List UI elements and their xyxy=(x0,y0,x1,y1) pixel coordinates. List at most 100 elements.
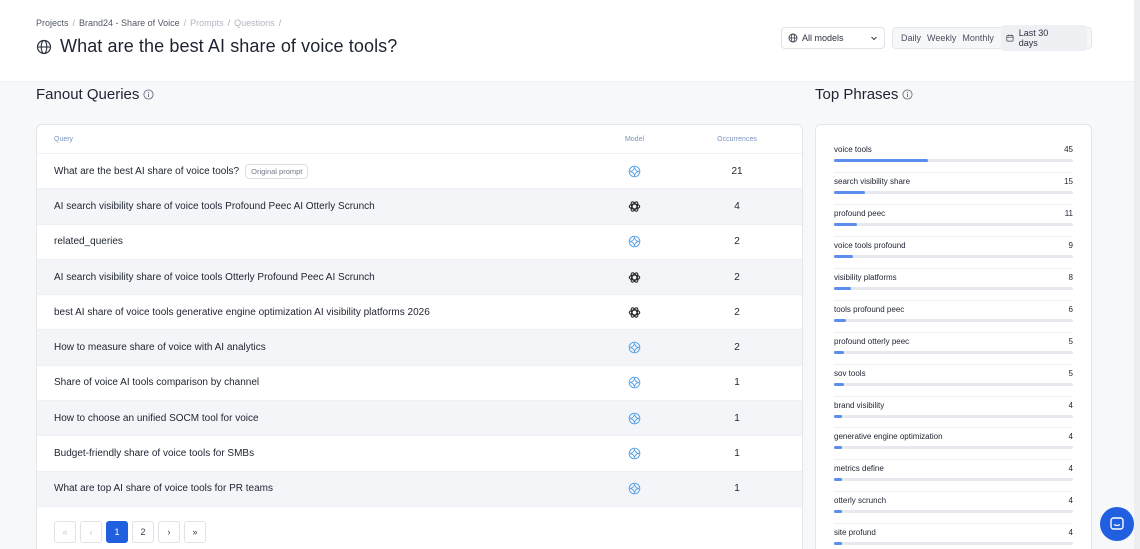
breadcrumb-item[interactable]: Projects xyxy=(36,18,69,28)
first-page-button[interactable]: « xyxy=(54,521,76,543)
info-icon[interactable] xyxy=(143,89,154,100)
query-text: What are top AI share of voice tools for… xyxy=(54,483,273,495)
table-row[interactable]: What are the best AI share of voice tool… xyxy=(37,154,802,190)
phrase-count: 15 xyxy=(1064,176,1073,186)
phrase-bar-fill xyxy=(834,478,843,482)
page-button-2[interactable]: 2 xyxy=(132,521,154,543)
chat-button[interactable] xyxy=(1100,507,1134,541)
prev-page-button[interactable]: ‹ xyxy=(80,521,102,543)
breadcrumb-separator: / xyxy=(278,18,282,28)
top-phrases-card: voice tools 45 search visibility share 15 pr… xyxy=(815,124,1092,549)
breadcrumb-item[interactable]: Prompts xyxy=(190,18,224,28)
query-cell: What are top AI share of voice tools for… xyxy=(37,483,597,494)
breadcrumb-item[interactable]: Brand24 - Share of Voice xyxy=(79,18,180,28)
phrase-bar-fill xyxy=(834,254,853,258)
table-row[interactable]: How to measure share of voice with AI an… xyxy=(37,330,802,366)
page-title: What are the best AI share of voice tool… xyxy=(60,36,398,56)
original-prompt-badge: Original prompt xyxy=(245,163,309,179)
phrase-bar-track xyxy=(834,254,1073,258)
table-row[interactable]: best AI share of voice tools generative … xyxy=(37,295,802,331)
query-text: related_queries xyxy=(54,236,123,248)
gemini-icon xyxy=(628,483,641,495)
fanout-queries-heading: Fanout Queries xyxy=(36,86,140,103)
phrase-count: 4 xyxy=(1068,528,1073,538)
scrollbar[interactable] xyxy=(1134,0,1140,549)
date-range-button[interactable]: Last 30 days xyxy=(1000,25,1087,51)
query-cell: Budget-friendly share of voice tools for… xyxy=(37,448,597,459)
phrase-label: tools profound peec xyxy=(834,304,905,314)
phrase-bar-track xyxy=(834,414,1073,418)
occurrences-cell: 2 xyxy=(734,236,740,248)
info-icon[interactable] xyxy=(902,89,913,100)
table-row[interactable]: AI search visibility share of voice tool… xyxy=(37,189,802,225)
model-cell xyxy=(597,447,672,460)
table-row[interactable]: Budget-friendly share of voice tools for… xyxy=(37,436,802,472)
globe-icon xyxy=(36,39,52,54)
phrase-bar-fill xyxy=(834,286,851,290)
gemini-icon xyxy=(628,447,641,460)
query-cell: How to choose an unified SOCM tool for v… xyxy=(37,413,597,424)
phrase-bar-track xyxy=(834,318,1073,322)
phrase-bar-track xyxy=(834,286,1073,290)
model-cell xyxy=(597,200,672,213)
phrase-bar-track xyxy=(834,446,1073,450)
model-cell xyxy=(597,341,672,354)
column-header-query[interactable]: Query xyxy=(37,136,597,143)
query-cell: How to measure share of voice with AI an… xyxy=(37,342,597,353)
column-header-model[interactable]: Model xyxy=(597,136,672,143)
breadcrumb: Projects / Brand24 - Share of Voice / Prompt… xyxy=(36,18,281,28)
phrase-bar-fill xyxy=(834,542,843,546)
tab-monthly[interactable]: Monthly xyxy=(959,30,997,46)
table-row[interactable]: How to choose an unified SOCM tool for v… xyxy=(37,401,802,437)
phrase-bar-track xyxy=(834,510,1073,514)
model-cell xyxy=(597,235,672,248)
query-cell: AI search visibility share of voice tool… xyxy=(37,201,597,212)
table-body: What are the best AI share of voice tool… xyxy=(37,154,802,507)
query-cell: Share of voice AI tools comparison by ch… xyxy=(37,377,597,388)
table-row[interactable]: What are top AI share of voice tools for… xyxy=(37,471,802,507)
model-cell xyxy=(597,482,672,495)
tab-weekly[interactable]: Weekly xyxy=(924,30,959,46)
query-text: How to choose an unified SOCM tool for v… xyxy=(54,412,259,424)
phrase-item: search visibility share 15 xyxy=(834,173,1073,205)
last-page-button[interactable]: » xyxy=(184,521,206,543)
phrase-count: 45 xyxy=(1064,145,1073,154)
gemini-icon xyxy=(628,377,641,389)
occurrences-cell: 1 xyxy=(734,483,740,495)
column-header-occurrences[interactable]: Occurrences xyxy=(672,136,802,143)
breadcrumb-item[interactable]: Questions xyxy=(234,18,275,28)
fanout-queries-card: Query Model Occurrences What are the bes… xyxy=(36,124,803,549)
table-row[interactable]: Share of voice AI tools comparison by ch… xyxy=(37,366,802,402)
page-button-1[interactable]: 1 xyxy=(106,521,128,543)
occurrences-cell: 21 xyxy=(731,165,743,177)
table-row[interactable]: related_queries 2 xyxy=(37,225,802,260)
phrase-count: 8 xyxy=(1068,272,1073,282)
model-cell xyxy=(597,412,672,425)
phrase-item: visibility platforms 8 xyxy=(834,269,1073,301)
phrase-item: metrics define 4 xyxy=(834,460,1073,493)
openai-icon xyxy=(628,271,641,283)
phrase-list: voice tools 45 search visibility share 15 pr… xyxy=(816,125,1091,549)
tab-daily[interactable]: Daily xyxy=(898,30,924,46)
model-select[interactable]: All models xyxy=(781,27,885,49)
query-text: How to measure share of voice with AI an… xyxy=(54,342,266,354)
phrase-count: 5 xyxy=(1068,336,1073,346)
phrase-bar-fill xyxy=(834,382,845,386)
page-header: Projects / Brand24 - Share of Voice / Prompt… xyxy=(0,0,1140,82)
next-page-button[interactable]: › xyxy=(158,521,180,543)
phrase-label: generative engine optimization xyxy=(834,432,943,442)
gemini-icon xyxy=(628,341,641,354)
gemini-icon xyxy=(628,235,641,248)
occurrences-cell: 4 xyxy=(734,200,740,212)
model-cell xyxy=(597,376,672,389)
breadcrumb-separator: / xyxy=(183,18,187,28)
query-text: Budget-friendly share of voice tools for… xyxy=(54,448,255,460)
phrase-count: 9 xyxy=(1068,240,1073,250)
table-row[interactable]: AI search visibility share of voice tool… xyxy=(37,259,802,296)
phrase-label: voice tools xyxy=(834,145,872,154)
chat-icon xyxy=(1110,517,1124,530)
phrase-row: profound otterly peec 5 xyxy=(834,337,1073,346)
phrase-count: 4 xyxy=(1068,464,1073,474)
phrase-label: voice tools profound xyxy=(834,240,906,250)
breadcrumb-separator: / xyxy=(227,18,231,28)
